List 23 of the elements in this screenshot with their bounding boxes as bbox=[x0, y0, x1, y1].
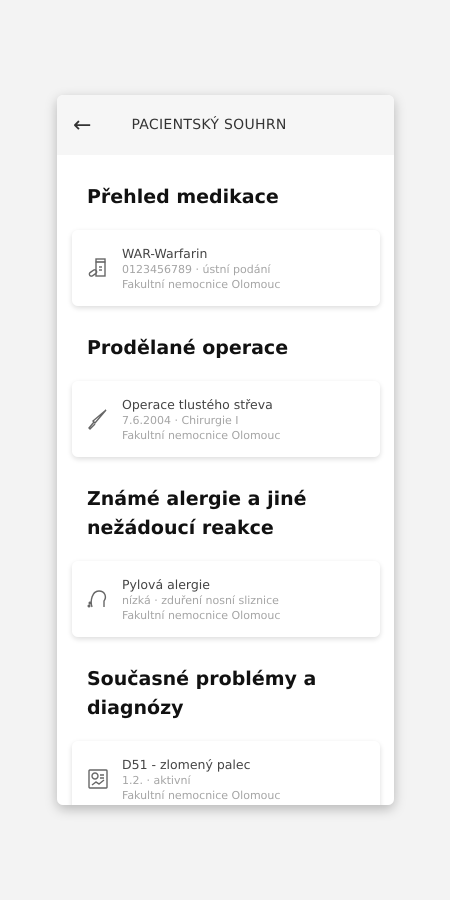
section-heading: Současné problémy a diagnózy bbox=[86, 667, 318, 721]
record-facility: Fakultní nemocnice Olomouc bbox=[122, 788, 280, 802]
record-detail: 7.6.2004 · Chirurgie I bbox=[122, 414, 240, 426]
record-name: D51 - zlomený palec bbox=[122, 756, 252, 772]
record-name: WAR-Warfarin bbox=[122, 246, 208, 260]
record-detail: 0123456789 · ústní podání bbox=[122, 262, 272, 276]
record-detail: nízká · zduření nosní sliznice bbox=[122, 594, 280, 606]
record-facility: Fakultní nemocnice Olomouc bbox=[122, 278, 280, 290]
chart-document-icon bbox=[86, 767, 110, 791]
screen-title: PACIENTSKÝ SOUHRN bbox=[131, 117, 287, 133]
record-card[interactable]: D51 - zlomený palec 1.2. · aktivní Fakultní nemocnice Olomouc bbox=[72, 741, 380, 805]
section-heading: Prodělané operace bbox=[86, 336, 290, 361]
section-heading: Známé alergie a jiné nežádoucí reakce bbox=[86, 487, 308, 541]
record-card[interactable]: Pylová alergie nízká · zduření nosní sliznice Fakultní nemocnice Olomouc bbox=[72, 561, 380, 637]
record-name: Pylová alergie bbox=[122, 576, 211, 592]
back-button[interactable]: ← bbox=[73, 112, 92, 138]
record-detail: 1.2. · aktivní bbox=[122, 774, 192, 786]
section-heading: Přehled medikace bbox=[86, 185, 280, 210]
record-name: Operace tlustého střeva bbox=[122, 396, 274, 412]
record-card[interactable]: WAR-Warfarin 0123456789 · ústní podání Fakultní nemocnice Olomouc bbox=[72, 230, 380, 306]
record-facility: Fakultní nemocnice Olomouc bbox=[122, 608, 280, 622]
record-card[interactable]: Operace tlustého střeva 7.6.2004 · Chirurgie I Fakultní nemocnice Olomouc bbox=[72, 381, 380, 457]
record-facility: Fakultní nemocnice Olomouc bbox=[122, 428, 280, 442]
